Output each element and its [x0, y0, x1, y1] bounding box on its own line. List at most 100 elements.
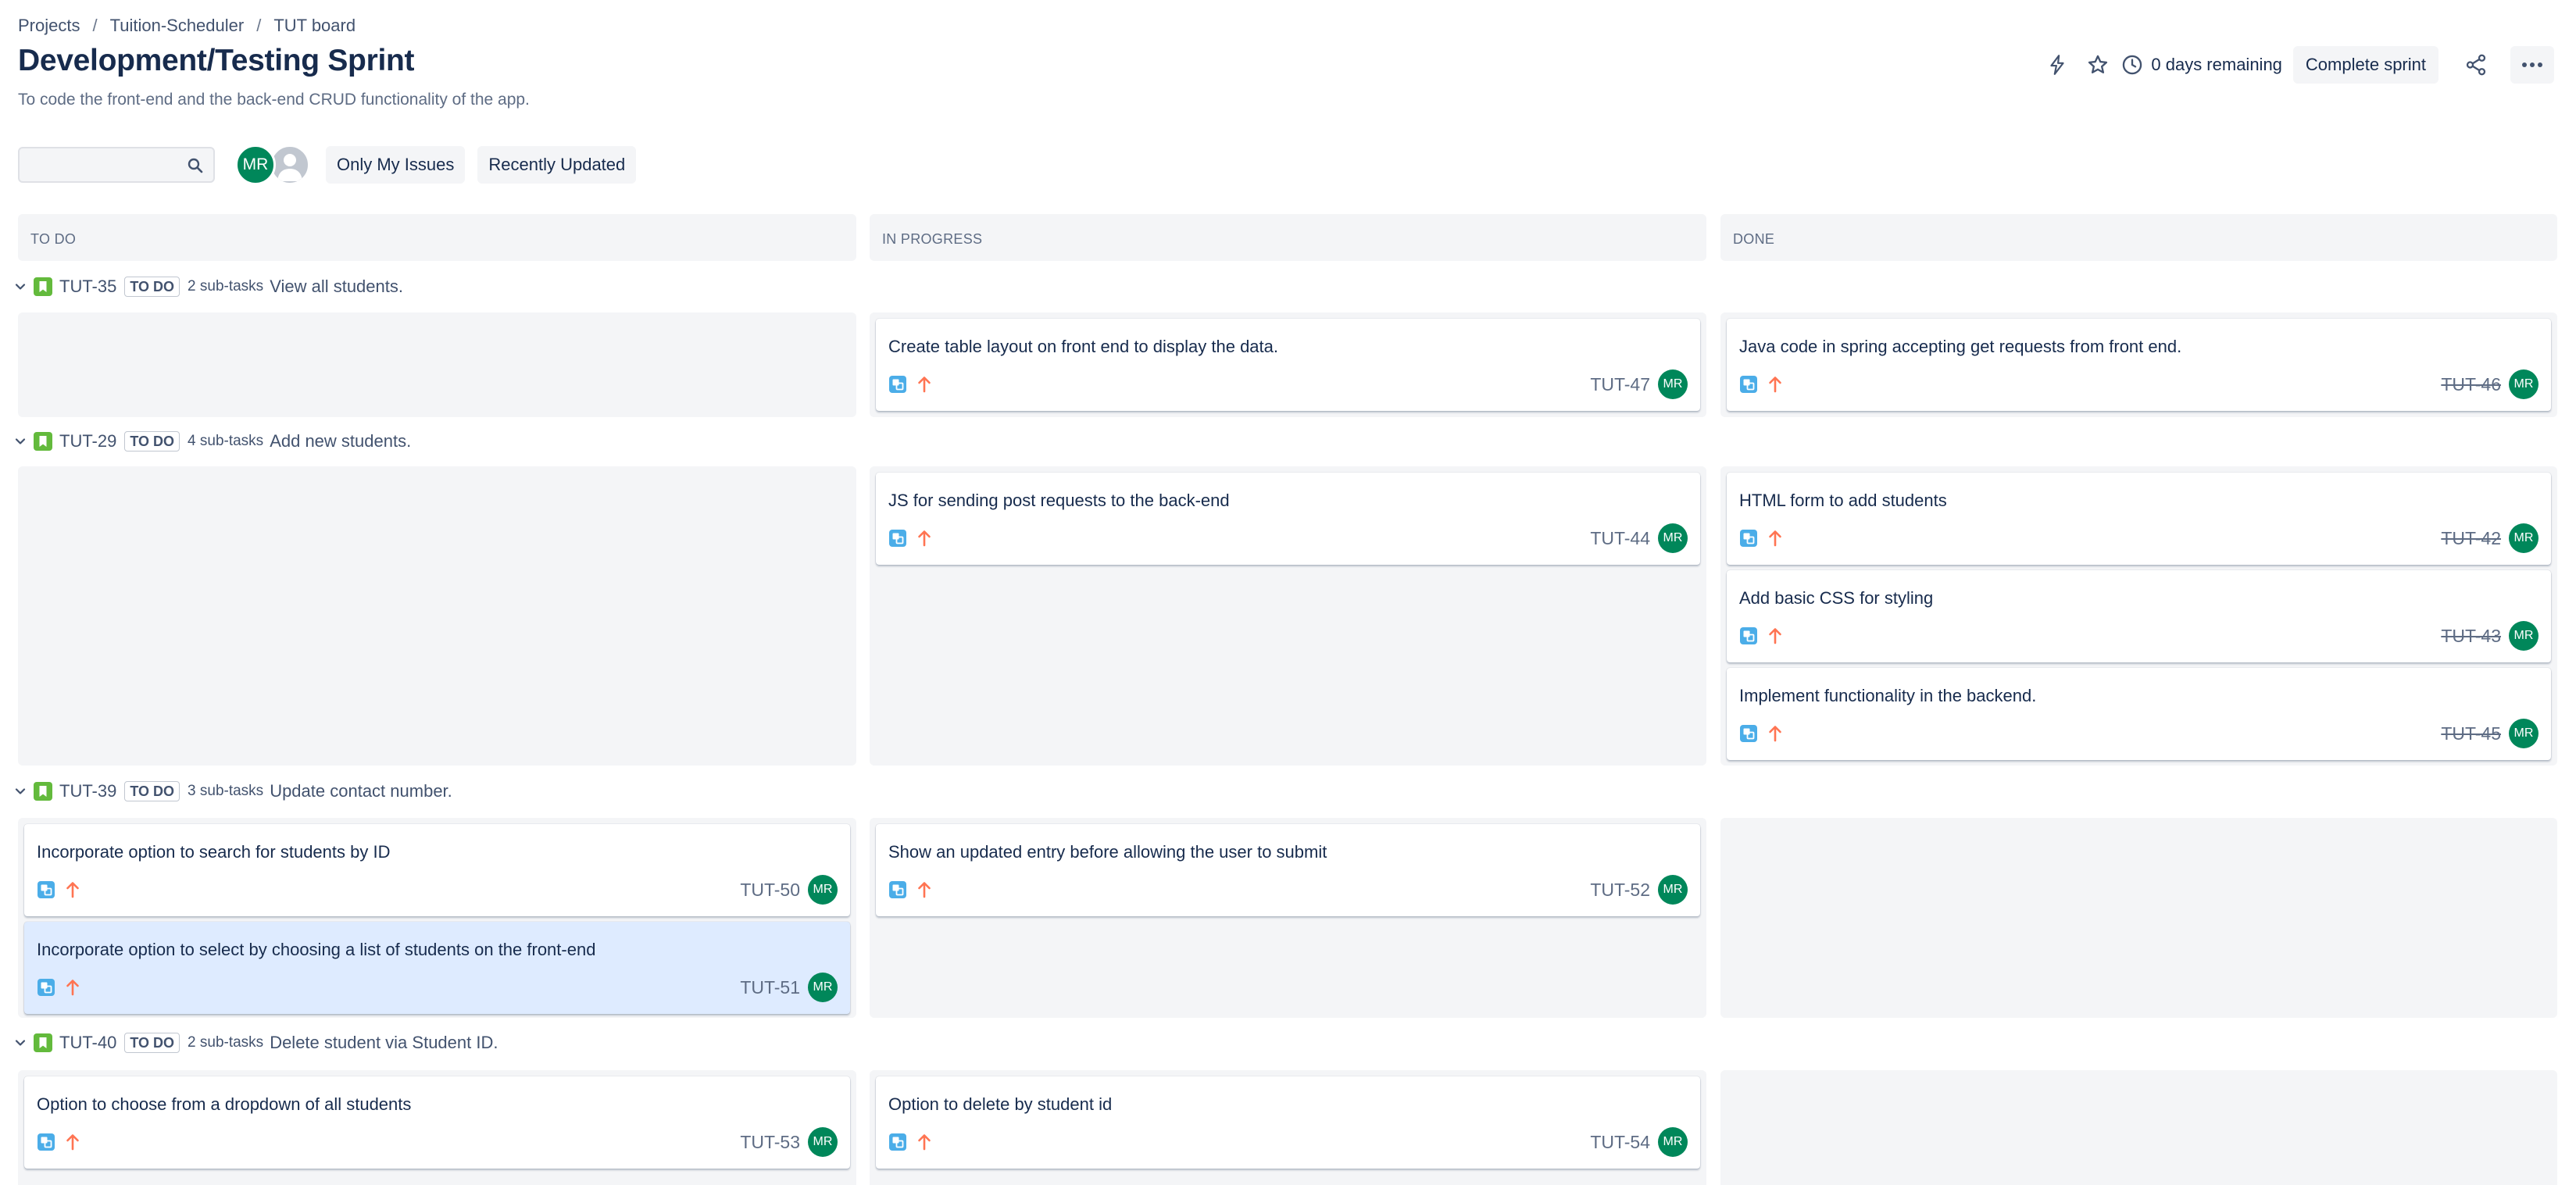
issue-card[interactable]: JS for sending post requests to the back…: [876, 473, 1700, 565]
issue-card[interactable]: Show an updated entry before allowing th…: [876, 824, 1700, 916]
issue-key[interactable]: TUT-50: [740, 880, 800, 901]
priority-high-icon: [916, 375, 932, 394]
complete-sprint-button[interactable]: Complete sprint: [2292, 46, 2438, 84]
card-summary: Create table layout on front end to disp…: [888, 337, 1278, 356]
card-footer: TUT-52 MR: [888, 874, 1688, 905]
subtask-icon: [888, 880, 907, 899]
swimlane-header[interactable]: TUT-29 TO DO 4 sub-tasks Add new students.: [14, 427, 411, 456]
swimlane-header[interactable]: TUT-40 TO DO 2 sub-tasks Delete student via…: [14, 1028, 498, 1058]
card-footer: TUT-45 MR: [1739, 718, 2538, 749]
issue-key[interactable]: TUT-43: [2441, 626, 2501, 647]
issue-card[interactable]: Incorporate option to search for student…: [24, 824, 850, 916]
assignee-avatar[interactable]: MR: [808, 875, 838, 905]
issue-key[interactable]: TUT-45: [2441, 723, 2501, 744]
issue-card[interactable]: Create table layout on front end to disp…: [876, 319, 1700, 411]
subtask-count: 2 sub-tasks: [188, 278, 264, 294]
issue-key[interactable]: TUT-47: [1590, 374, 1650, 395]
breadcrumb-projects[interactable]: Projects: [18, 16, 80, 36]
only-my-issues-button[interactable]: Only My Issues: [326, 146, 466, 184]
chevron-down-icon[interactable]: [14, 280, 27, 293]
chevron-down-icon[interactable]: [14, 1037, 27, 1049]
subtask-icon: [37, 880, 55, 899]
priority-high-icon: [1767, 724, 1783, 743]
issue-card[interactable]: Add basic CSS for styling TUT-43 MR: [1727, 570, 2551, 662]
card-summary: Add basic CSS for styling: [1739, 588, 1934, 608]
assignee-avatar[interactable]: MR: [808, 973, 838, 1002]
assignee-avatar[interactable]: MR: [1658, 523, 1688, 553]
assignee-avatar[interactable]: MR: [2509, 523, 2538, 553]
issue-key[interactable]: TUT-46: [2441, 374, 2501, 395]
swimlane-header[interactable]: TUT-39 TO DO 3 sub-tasks Update contact num…: [14, 776, 452, 806]
recently-updated-button[interactable]: Recently Updated: [477, 146, 637, 184]
card-footer: TUT-50 MR: [37, 874, 838, 905]
column-header-in-progress: IN PROGRESS: [870, 214, 1706, 261]
page-title: Development/Testing Sprint: [18, 44, 415, 77]
star-icon[interactable]: [2079, 46, 2117, 84]
parent-issue-key[interactable]: TUT-40: [59, 1033, 116, 1053]
search-input[interactable]: [20, 148, 176, 181]
search-icon[interactable]: [187, 157, 204, 174]
issue-card[interactable]: Implement functionality in the backend. T…: [1727, 668, 2551, 760]
assignee-avatar[interactable]: MR: [2509, 719, 2538, 748]
issue-card[interactable]: Option to choose from a dropdown of all …: [24, 1076, 850, 1169]
card-summary: Implement functionality in the backend.: [1739, 686, 2037, 705]
card-summary: HTML form to add students: [1739, 491, 1947, 510]
story-icon: [33, 277, 53, 297]
status-badge: TO DO: [124, 1033, 180, 1053]
assignee-avatar[interactable]: MR: [2509, 621, 2538, 651]
issue-key[interactable]: TUT-44: [1590, 528, 1650, 549]
priority-high-icon: [1767, 375, 1783, 394]
parent-issue-key[interactable]: TUT-35: [59, 277, 116, 297]
status-badge: TO DO: [124, 431, 180, 452]
lightning-icon[interactable]: [2038, 46, 2076, 84]
board-toolbar: MR Only My Issues Recently Updated: [18, 144, 637, 186]
card-footer: TUT-47 MR: [888, 369, 1688, 400]
status-badge: TO DO: [124, 781, 180, 801]
header-actions: 0 days remaining Complete sprint: [2035, 45, 2554, 84]
issue-key[interactable]: TUT-54: [1590, 1132, 1650, 1153]
assignee-avatar[interactable]: MR: [1658, 875, 1688, 905]
parent-issue-summary: Add new students.: [270, 431, 412, 451]
subtask-icon: [888, 375, 907, 394]
parent-issue-key[interactable]: TUT-39: [59, 781, 116, 801]
issue-card[interactable]: Option to delete by student id TUT-54 MR: [876, 1076, 1700, 1169]
avatar[interactable]: MR: [235, 145, 276, 185]
parent-issue-key[interactable]: TUT-29: [59, 431, 116, 452]
issue-card[interactable]: Java code in spring accepting get reques…: [1727, 319, 2551, 411]
chevron-down-icon[interactable]: [14, 435, 27, 448]
issue-key[interactable]: TUT-51: [740, 977, 800, 998]
breadcrumb: Projects / Tuition-Scheduler / TUT board: [18, 12, 355, 39]
assignee-filter: MR: [235, 145, 310, 185]
card-footer: TUT-51 MR: [37, 972, 838, 1003]
issue-key[interactable]: TUT-42: [2441, 528, 2501, 549]
priority-high-icon: [65, 978, 80, 997]
breadcrumb-separator: /: [92, 16, 98, 35]
parent-issue-summary: Update contact number.: [270, 781, 452, 801]
chevron-down-icon[interactable]: [14, 785, 27, 798]
card-summary: Option to delete by student id: [888, 1094, 1113, 1114]
issue-card[interactable]: HTML form to add students TUT-42 MR: [1727, 473, 2551, 565]
sprint-remaining: 0 days remaining: [2121, 54, 2282, 76]
assignee-avatar[interactable]: MR: [1658, 369, 1688, 399]
swimlane-header[interactable]: TUT-35 TO DO 2 sub-tasks View all students.: [14, 272, 403, 302]
subtask-icon: [888, 1133, 907, 1151]
board-cell-done: [1720, 1070, 2557, 1185]
breadcrumb-board[interactable]: TUT board: [273, 16, 355, 36]
breadcrumb-project[interactable]: Tuition-Scheduler: [110, 16, 245, 36]
card-footer: TUT-53 MR: [37, 1126, 838, 1158]
board-cell-todo: [18, 312, 856, 417]
card-footer: TUT-46 MR: [1739, 369, 2538, 400]
more-icon[interactable]: [2510, 46, 2554, 84]
priority-high-icon: [916, 880, 932, 899]
clock-icon: [2121, 54, 2151, 76]
assignee-avatar[interactable]: MR: [2509, 369, 2538, 399]
share-icon[interactable]: [2457, 46, 2495, 84]
subtask-count: 4 sub-tasks: [188, 433, 264, 449]
issue-key[interactable]: TUT-53: [740, 1132, 800, 1153]
assignee-avatar[interactable]: MR: [808, 1127, 838, 1157]
assignee-avatar[interactable]: MR: [1658, 1127, 1688, 1157]
card-summary: Java code in spring accepting get reques…: [1739, 337, 2182, 356]
story-icon: [33, 1033, 53, 1053]
issue-key[interactable]: TUT-52: [1590, 880, 1650, 901]
issue-card[interactable]: Incorporate option to select by choosing…: [24, 922, 850, 1014]
